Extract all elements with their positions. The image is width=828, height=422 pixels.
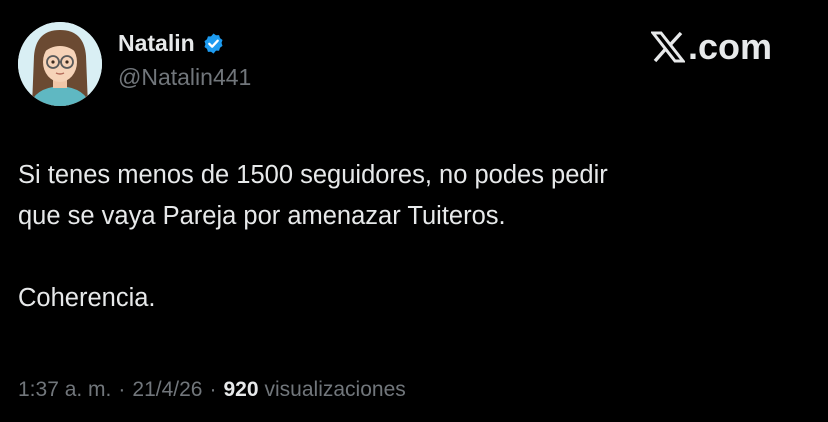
avatar-illustration bbox=[18, 22, 102, 106]
brand-domain: .com bbox=[687, 26, 772, 67]
author-display-name[interactable]: Natalin bbox=[118, 30, 195, 57]
author-name-row: Natalin bbox=[118, 30, 225, 57]
tweet-text: Si tenes menos de 1500 seguidores, no po… bbox=[18, 155, 798, 319]
tweet-line: Si tenes menos de 1500 seguidores, no po… bbox=[18, 161, 608, 189]
views-label: visualizaciones bbox=[264, 378, 406, 401]
author-handle[interactable]: @Natalin441 bbox=[118, 64, 251, 91]
tweet-meta: 1:37 a. m. · 21/4/26 · 920 visualizacion… bbox=[18, 378, 406, 402]
tweet-line: Coherencia. bbox=[18, 284, 156, 312]
x-logo-icon bbox=[650, 31, 685, 63]
tweet-line: que se vaya Pareja por amenazar Tuiteros… bbox=[18, 202, 506, 230]
views-count[interactable]: 920 bbox=[223, 378, 258, 402]
meta-separator: · bbox=[118, 378, 126, 401]
meta-separator: · bbox=[209, 378, 217, 401]
verified-badge-icon[interactable] bbox=[202, 32, 225, 55]
tweet-time[interactable]: 1:37 a. m. bbox=[18, 378, 111, 402]
brand-logo: .com bbox=[650, 26, 772, 68]
avatar[interactable] bbox=[18, 22, 102, 106]
tweet-date[interactable]: 21/4/26 bbox=[132, 378, 202, 402]
